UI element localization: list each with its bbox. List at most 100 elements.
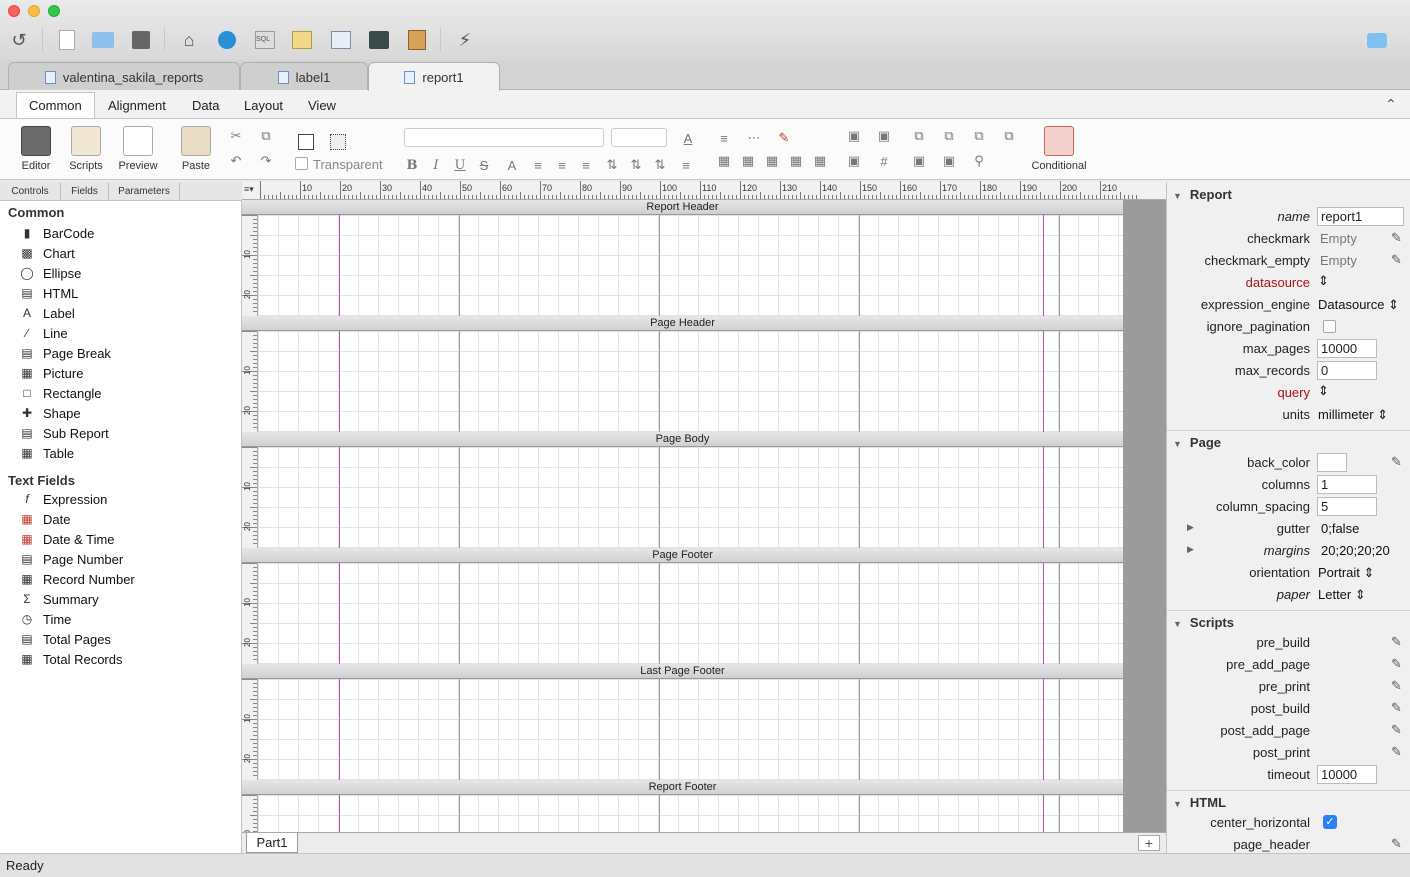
band-header[interactable]: Page Header	[242, 316, 1123, 331]
line-style-icon[interactable]: ≡	[716, 130, 732, 146]
prop-expression-engine-select[interactable]: Datasource ⇕	[1318, 297, 1399, 313]
band-header[interactable]: Last Page Footer	[242, 664, 1123, 679]
connect-plug-icon[interactable]: ⚡	[452, 28, 478, 52]
editor-button[interactable]: Editor	[14, 122, 58, 176]
ignore-pagination-checkbox[interactable]	[1323, 320, 1336, 333]
prop-timeout-input[interactable]: 10000	[1317, 765, 1377, 784]
border-all-icon[interactable]: ▦	[716, 153, 732, 169]
control-page-break[interactable]: ▤ Page Break	[20, 343, 111, 363]
band-last-page-footer[interactable]: Last Page Footer 10 20	[242, 664, 1123, 780]
conditional-button[interactable]: Conditional	[1030, 122, 1088, 176]
html-section-title[interactable]: HTML	[1173, 795, 1226, 810]
band-header[interactable]: Report Footer	[242, 780, 1123, 795]
preview-button[interactable]: Preview	[116, 122, 160, 176]
border-vertical-icon[interactable]: ▦	[788, 153, 804, 169]
prop-max-pages-input[interactable]: 10000	[1317, 339, 1377, 358]
control-barcode[interactable]: ▮ BarCode	[20, 223, 95, 243]
control-rectangle[interactable]: □ Rectangle	[20, 383, 101, 403]
pencil-icon[interactable]: ✎	[1391, 744, 1402, 760]
prop-units-select[interactable]: millimeter ⇕	[1318, 407, 1388, 423]
doc-tab-valentina[interactable]: valentina_sakila_reports	[8, 62, 240, 91]
control-ellipse[interactable]: ◯ Ellipse	[20, 263, 81, 283]
pencil-icon[interactable]: ✎	[1391, 722, 1402, 738]
redo-small-icon[interactable]: ↷	[258, 153, 274, 169]
prop-columns-input[interactable]: 1	[1317, 475, 1377, 494]
underline-icon[interactable]: U	[452, 157, 468, 173]
field-total-records[interactable]: ▦ Total Records	[20, 649, 122, 669]
control-shape[interactable]: ✚ Shape	[20, 403, 81, 423]
field-expression[interactable]: f Expression	[20, 489, 107, 509]
band-header[interactable]: Page Footer	[242, 548, 1123, 563]
tab-data[interactable]: Data	[180, 92, 231, 118]
font-size-select[interactable]	[611, 128, 667, 147]
grid-icon[interactable]: #	[876, 153, 892, 169]
bold-icon[interactable]: B	[404, 157, 420, 173]
paste-button[interactable]: Paste	[174, 122, 218, 176]
ruler-menu-icon[interactable]: ≡▾	[244, 184, 254, 195]
lock-icon[interactable]: ⚲	[971, 153, 987, 169]
close-window-button[interactable]	[8, 5, 20, 17]
font-family-select[interactable]	[404, 128, 604, 147]
pencil-icon[interactable]: ✎	[1391, 678, 1402, 694]
control-sub-report[interactable]: ▤ Sub Report	[20, 423, 108, 443]
center-horizontal-checkbox[interactable]: ✓	[1323, 815, 1337, 829]
band-header[interactable]: Report Header	[242, 200, 1123, 215]
valign-bottom-icon[interactable]: ⇅	[652, 157, 668, 173]
prop-checkmark-value[interactable]: Empty	[1320, 231, 1357, 246]
control-html[interactable]: ▤ HTML	[20, 283, 78, 303]
field-record-number[interactable]: ▦ Record Number	[20, 569, 134, 589]
open-folder-icon[interactable]	[90, 28, 116, 52]
prop-orientation-select[interactable]: Portrait ⇕	[1318, 565, 1374, 581]
collapse-ribbon-icon[interactable]: ⌃	[1385, 96, 1397, 113]
undo-icon[interactable]: ↺	[6, 28, 32, 52]
valign-middle-icon[interactable]: ⇅	[628, 157, 644, 173]
select-frame-icon[interactable]: ▣	[846, 153, 862, 169]
select-group-icon[interactable]: ▣	[876, 128, 892, 144]
field-page-number[interactable]: ▤ Page Number	[20, 549, 123, 569]
field-summary[interactable]: Σ Summary	[20, 589, 98, 609]
home-icon[interactable]: ⌂	[176, 28, 202, 52]
align-right-icon[interactable]: ≡	[578, 157, 594, 173]
band-body[interactable]	[258, 447, 1123, 548]
strikethrough-icon[interactable]: S	[476, 157, 492, 173]
query-stepper-icon[interactable]: ⇕	[1318, 383, 1329, 399]
bring-front-icon[interactable]: ⧉	[971, 128, 987, 144]
band-page-body[interactable]: Page Body 10 20	[242, 432, 1123, 548]
fill-color-box[interactable]	[298, 134, 314, 150]
part-tab[interactable]: Part1	[246, 833, 298, 853]
italic-icon[interactable]: I	[428, 157, 444, 173]
new-document-icon[interactable]	[54, 28, 80, 52]
scripts-button[interactable]: Scripts	[64, 122, 108, 176]
font-color-icon[interactable]: A	[680, 130, 696, 146]
ruler-icon[interactable]	[289, 28, 315, 52]
band-body[interactable]	[258, 331, 1123, 432]
monitor-icon[interactable]	[366, 28, 392, 52]
band-header[interactable]: Page Body	[242, 432, 1123, 447]
prop-column-spacing-input[interactable]: 5	[1317, 497, 1377, 516]
scripts-section-title[interactable]: Scripts	[1173, 615, 1234, 630]
control-line[interactable]: ∕ Line	[20, 323, 68, 343]
band-report-header[interactable]: Report Header 10 20	[242, 200, 1123, 316]
book-icon[interactable]	[404, 28, 430, 52]
datasource-stepper-icon[interactable]: ⇕	[1318, 273, 1329, 289]
save-icon[interactable]	[128, 28, 154, 52]
prop-margins-value[interactable]: 20;20;20;20	[1321, 543, 1390, 558]
cut-icon[interactable]: ✂	[228, 128, 244, 144]
band-body[interactable]	[258, 679, 1123, 780]
tab-parameters[interactable]: Parameters	[109, 182, 180, 200]
valign-top-icon[interactable]: ⇅	[604, 157, 620, 173]
transparent-checkbox[interactable]	[295, 157, 308, 170]
pencil-icon[interactable]: ✎	[1391, 656, 1402, 672]
add-part-button[interactable]: +	[1138, 835, 1160, 851]
tab-controls[interactable]: Controls	[0, 182, 61, 200]
band-page-footer[interactable]: Page Footer 10 20	[242, 548, 1123, 664]
expand-margins-icon[interactable]: ▶	[1187, 544, 1194, 555]
query-search-icon[interactable]	[214, 28, 240, 52]
tab-common[interactable]: Common	[16, 92, 95, 118]
page-section-title[interactable]: Page	[1173, 435, 1221, 450]
expand-gutter-icon[interactable]: ▶	[1187, 522, 1194, 533]
doc-tab-report1[interactable]: report1	[368, 62, 500, 91]
send-backward-icon[interactable]: ⧉	[941, 128, 957, 144]
border-inner-icon[interactable]: ▦	[764, 153, 780, 169]
pencil-icon[interactable]: ✎	[1391, 700, 1402, 716]
